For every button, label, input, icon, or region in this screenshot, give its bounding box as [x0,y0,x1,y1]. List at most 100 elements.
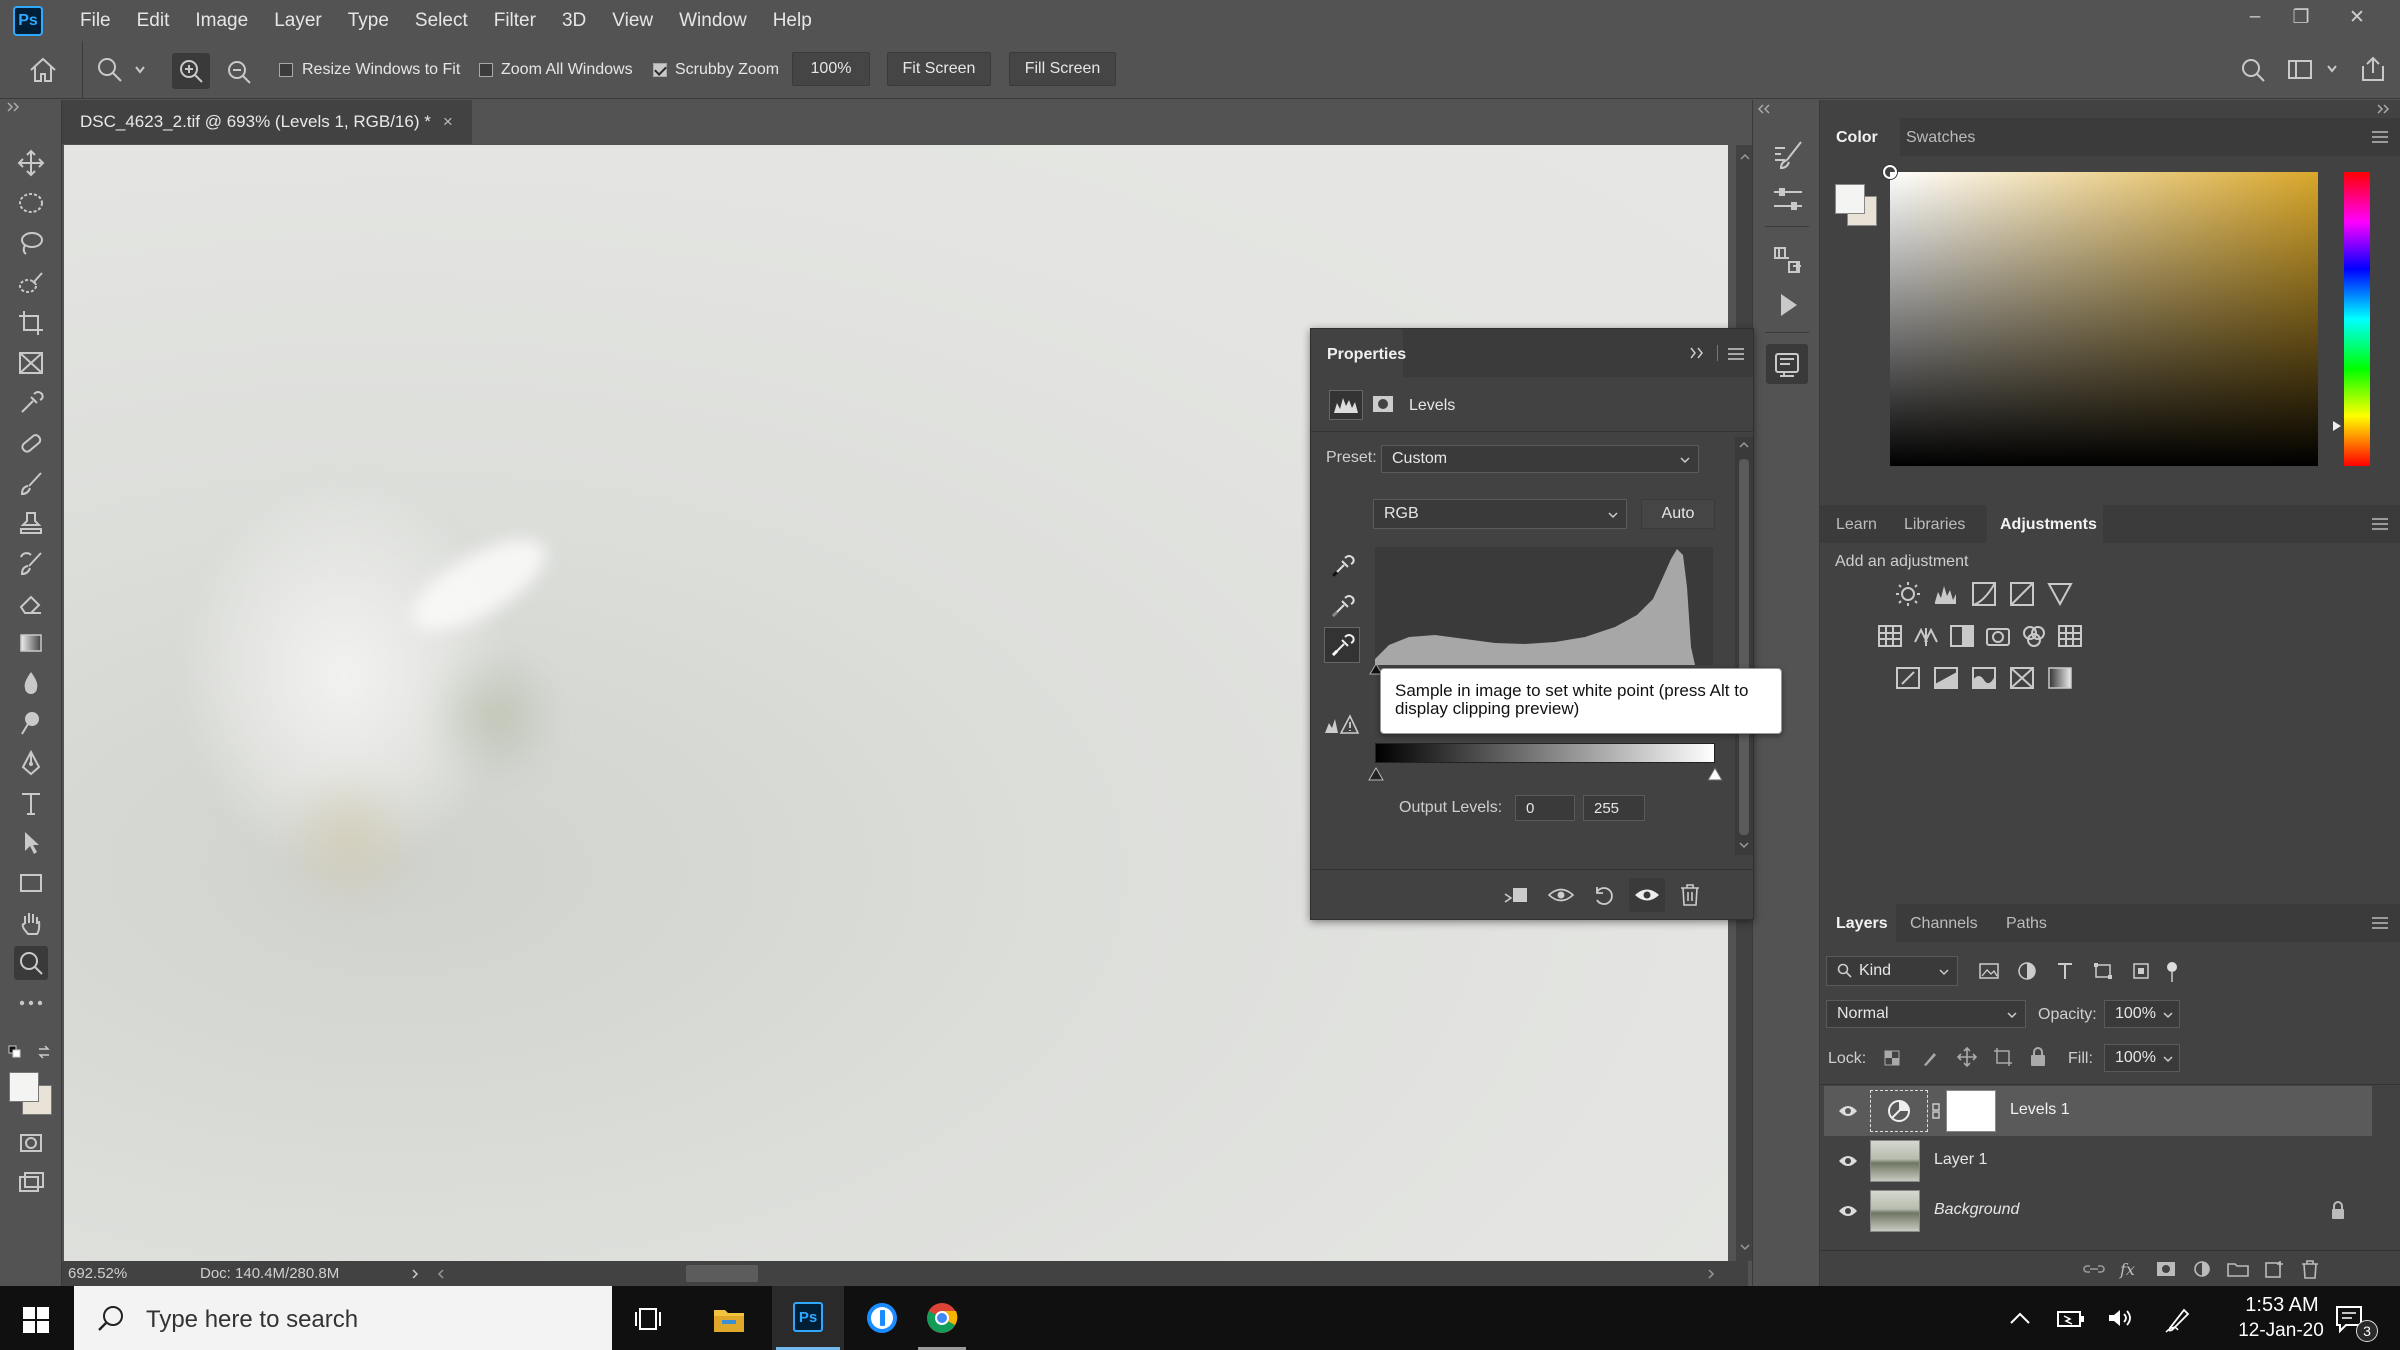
lock-position-icon[interactable] [1956,1046,1978,1068]
tab-adjustments[interactable]: Adjustments [2000,516,2097,534]
blend-mode-select[interactable]: Normal [1826,1000,2026,1028]
layer-mask-thumbnail[interactable] [1946,1090,1996,1132]
quick-mask-button[interactable] [14,1126,48,1160]
quick-selection-tool[interactable] [14,266,48,300]
output-black-slider[interactable] [1368,767,1384,781]
filter-adjustment-icon[interactable] [2016,961,2038,981]
scroll-left-icon[interactable] [436,1268,446,1280]
vibrance-icon[interactable] [2046,580,2074,608]
layers-panel-menu-icon[interactable] [2371,916,2389,930]
menu-3d[interactable]: 3D [549,0,599,41]
toggle-visibility-button[interactable] [1629,878,1665,912]
clipping-warning-icon[interactable] [1323,711,1359,737]
fit-screen-button[interactable]: Fit Screen [887,52,991,86]
dodge-tool[interactable] [14,706,48,740]
properties-dock-button[interactable] [1766,344,1808,384]
foreground-color-swatch[interactable] [9,1072,39,1102]
preset-select[interactable]: Custom [1381,445,1699,473]
delete-adjustment-trash-icon[interactable] [1677,882,1703,908]
mask-properties-button[interactable] [1367,390,1401,420]
visibility-eye-icon[interactable] [1838,1154,1858,1168]
filter-pixel-icon[interactable] [1978,961,2000,981]
filter-smart-object-icon[interactable] [2130,961,2152,981]
view-previous-state-icon[interactable] [1547,884,1577,906]
scroll-down-icon[interactable] [1739,841,1749,849]
clock-date[interactable]: 12-Jan-20 [2222,1320,2340,1342]
menu-window[interactable]: Window [666,0,760,41]
scrubby-zoom-checkbox[interactable] [653,63,667,77]
color-panel-menu-icon[interactable] [2371,130,2389,144]
tab-paths[interactable]: Paths [2006,915,2047,933]
adjustments-sliders-icon[interactable] [1771,182,1805,216]
levels-properties-button[interactable] [1329,390,1363,420]
menu-image[interactable]: Image [182,0,261,41]
auto-button[interactable]: Auto [1641,499,1715,529]
share-icon[interactable] [2358,54,2388,84]
scroll-right-icon[interactable] [1706,1268,1716,1280]
tab-libraries[interactable]: Libraries [1904,516,1965,534]
color-lookup-icon[interactable] [2056,622,2084,650]
channel-mixer-icon[interactable] [2020,622,2048,650]
hue-slider[interactable] [2344,172,2370,466]
photoshop-logo[interactable]: Ps [13,5,43,36]
invert-icon[interactable] [1894,664,1922,692]
fill-field[interactable]: 100% [2104,1044,2180,1072]
layer-row-levels-1[interactable]: Levels 1 [1824,1086,2372,1136]
search-icon[interactable] [2238,55,2268,85]
crop-tool[interactable] [14,306,48,340]
close-button[interactable]: ✕ [2334,0,2380,34]
visibility-eye-icon[interactable] [1838,1104,1858,1118]
frame-tool[interactable] [14,346,48,380]
new-fill-adjustment-layer-icon[interactable] [2190,1259,2214,1279]
photo-filter-icon[interactable] [1984,622,2012,650]
menu-layer[interactable]: Layer [261,0,335,41]
pen-tool[interactable] [14,746,48,780]
scroll-down-icon[interactable] [1740,1243,1750,1251]
lock-artboard-icon[interactable] [1992,1046,2014,1068]
horizontal-scroll-thumb[interactable] [686,1265,758,1282]
white-point-eyedropper-button[interactable] [1324,627,1360,663]
default-colors-icon[interactable] [8,1045,22,1059]
blur-tool[interactable] [14,666,48,700]
exposure-icon[interactable] [2008,580,2036,608]
menu-type[interactable]: Type [335,0,402,41]
tab-channels[interactable]: Channels [1910,915,1978,933]
clock-time[interactable]: 1:53 AM [2232,1294,2332,1317]
chevron-down-icon[interactable] [134,65,146,75]
threshold-icon[interactable] [1970,664,1998,692]
status-menu-icon[interactable] [410,1268,420,1280]
adjustments-panel-menu-icon[interactable] [2371,517,2389,531]
workspace-icon[interactable] [2286,57,2316,83]
path-selection-tool[interactable] [14,826,48,860]
color-balance-icon[interactable] [1912,622,1940,650]
black-point-eyedropper-icon[interactable] [1327,551,1357,581]
show-hidden-icons-chevron-icon[interactable] [2008,1310,2032,1326]
1password-icon[interactable] [866,1302,898,1334]
output-white-slider[interactable] [1707,767,1723,781]
menu-view[interactable]: View [599,0,666,41]
collapse-dock-icon[interactable] [1757,104,1773,114]
scroll-up-icon[interactable] [1739,441,1749,449]
filter-toggle-icon[interactable] [2164,960,2180,984]
windows-start-icon[interactable] [22,1306,50,1334]
selective-color-icon[interactable] [2008,664,2036,692]
scroll-up-icon[interactable] [1740,153,1750,161]
levels-adjustment-icon[interactable] [1932,580,1960,608]
delete-layer-trash-icon[interactable] [2298,1259,2322,1279]
black-white-icon[interactable] [1948,622,1976,650]
actions-play-icon[interactable] [1771,288,1805,322]
taskbar-search-box[interactable]: Type here to search [74,1286,612,1350]
hue-slider-marker[interactable] [2332,420,2342,432]
home-icon[interactable] [28,56,58,84]
photoshop-taskbar-item[interactable]: Ps [772,1286,844,1350]
hand-tool[interactable] [14,906,48,940]
menu-help[interactable]: Help [760,0,825,41]
mask-link-icon[interactable] [1930,1102,1942,1120]
screen-mode-button[interactable] [14,1166,48,1200]
layer-name[interactable]: Background [1934,1201,2019,1219]
gradient-map-icon[interactable] [2046,664,2074,692]
document-tab[interactable]: DSC_4623_2.tif @ 693% (Levels 1, RGB/16)… [62,100,472,144]
color-panel-foreground-swatch[interactable] [1835,184,1865,214]
hue-saturation-icon[interactable] [1876,622,1904,650]
menu-filter[interactable]: Filter [481,0,549,41]
